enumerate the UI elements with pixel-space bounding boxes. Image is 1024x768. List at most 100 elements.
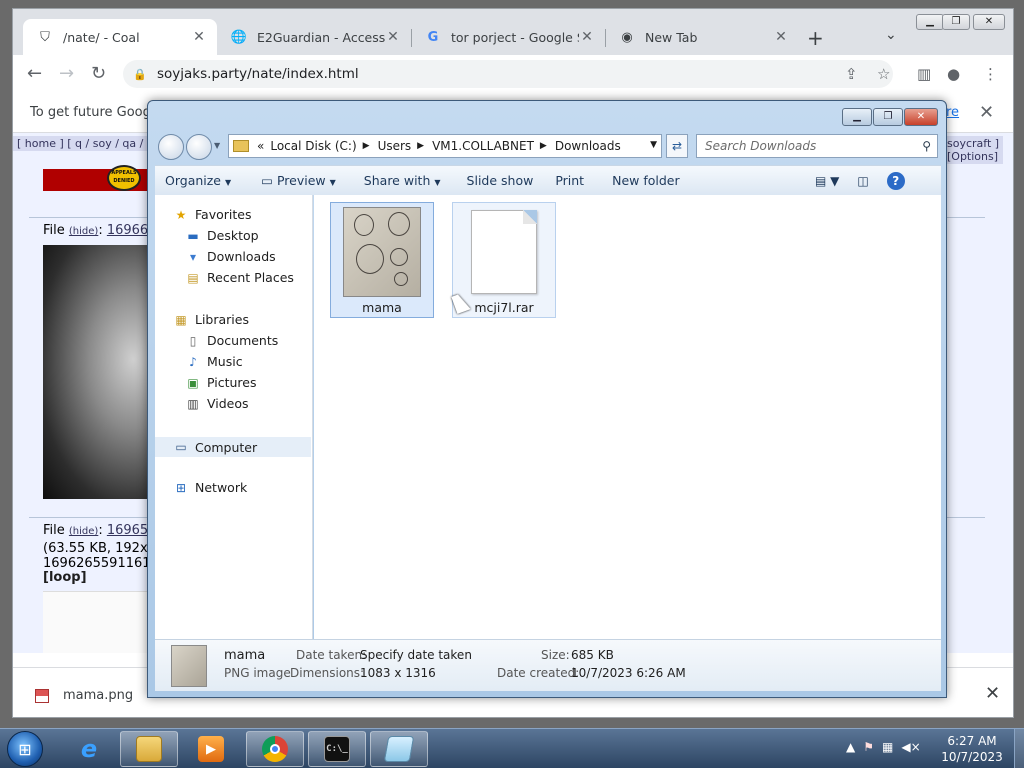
hide-link[interactable]: (hide) — [69, 526, 98, 537]
infobar-learn-more-link[interactable]: re — [946, 105, 959, 120]
nav-recent-places[interactable]: ▤ Recent Places — [185, 270, 294, 285]
refresh-button[interactable]: ⇄ — [666, 134, 688, 158]
nav-favorites[interactable]: ★ Favorites — [173, 207, 252, 222]
maximize-button[interactable]: ❐ — [942, 14, 970, 30]
nav-libraries[interactable]: ▦ Libraries — [173, 312, 249, 327]
show-desktop-button[interactable] — [1014, 729, 1024, 768]
lock-icon: 🔒 — [133, 67, 147, 81]
hide-link[interactable]: (hide) — [69, 226, 98, 237]
taskbar: ⊞ e ▶ C:\_ ▲ ⚑ ▦ ◀× 6:27 AM 10/7/2023 — [0, 728, 1024, 768]
breadcrumb-local-disk[interactable]: Local Disk (C:) — [270, 139, 356, 153]
tab-search-chevron-icon[interactable]: ⌄ — [885, 27, 897, 43]
downloads-folder-icon: ▾ — [189, 249, 197, 264]
nav-downloads[interactable]: ▾ Downloads — [185, 249, 276, 264]
slide-show-button[interactable]: Slide show — [467, 173, 534, 188]
size-value: 685 KB — [571, 648, 614, 662]
back-arrow-icon[interactable]: ← — [27, 63, 42, 84]
close-window-button[interactable]: ✕ — [904, 108, 938, 126]
url-text: soyjaks.party/nate/index.html — [157, 66, 359, 82]
menu-kebab-icon[interactable]: ⋮ — [983, 65, 998, 83]
share-with-button[interactable]: Share with ▼ — [364, 173, 441, 188]
minimize-button[interactable]: ▁ — [916, 14, 944, 30]
star-icon: ★ — [175, 207, 187, 222]
preview-pane-icon[interactable]: ◫ — [857, 174, 868, 188]
breadcrumb-users[interactable]: Users — [378, 139, 412, 153]
taskbar-media-player[interactable]: ▶ — [182, 731, 240, 767]
nav-music[interactable]: ♪ Music — [185, 354, 242, 369]
board-navigation-right[interactable]: soycraft ] [Options] — [943, 136, 1004, 164]
breadcrumb-downloads[interactable]: Downloads — [555, 139, 621, 153]
profile-avatar-icon[interactable]: ● — [947, 65, 960, 83]
taskbar-command-prompt[interactable]: C:\_ — [308, 731, 366, 767]
side-panel-icon[interactable]: ▥ — [917, 65, 931, 83]
view-controls: ▤ ▼ ◫ ? — [815, 172, 905, 190]
new-tab-button[interactable]: + — [807, 26, 824, 50]
music-icon: ♪ — [189, 354, 197, 369]
command-prompt-icon: C:\_ — [324, 736, 350, 762]
nav-documents[interactable]: ▯ Documents — [185, 333, 279, 348]
search-input[interactable]: Search Downloads ⚲ — [696, 134, 938, 158]
search-icon[interactable]: ⚲ — [922, 139, 931, 153]
explorer-address-bar[interactable]: « Local Disk (C:) ▶ Users ▶ VM1.COLLABNE… — [228, 134, 662, 158]
nav-computer[interactable]: ▭ Computer — [155, 437, 311, 457]
libraries-icon: ▦ — [175, 312, 187, 327]
tab-google-search[interactable]: G tor porject - Google Sea ✕ — [411, 19, 605, 55]
close-icon[interactable]: ✕ — [579, 29, 595, 45]
details-file-type: PNG image — [224, 666, 291, 680]
print-button[interactable]: Print — [555, 173, 584, 188]
selected-file-thumbnail — [171, 645, 207, 687]
close-icon[interactable]: ✕ — [979, 102, 994, 123]
nav-videos[interactable]: ▥ Videos — [185, 396, 248, 411]
network-status-icon[interactable]: ▦ — [882, 740, 893, 754]
date-taken-value[interactable]: Specify date taken — [360, 648, 472, 662]
nav-pictures[interactable]: ▣ Pictures — [185, 375, 256, 390]
action-center-flag-icon[interactable]: ⚑ — [863, 740, 874, 754]
download-item[interactable]: mama.png — [35, 688, 133, 703]
forward-button[interactable] — [186, 134, 212, 160]
clock[interactable]: 6:27 AM 10/7/2023 — [930, 733, 1014, 765]
nav-network[interactable]: ⊞ Network — [173, 480, 247, 495]
tab-new-tab[interactable]: ◉ New Tab ✕ — [605, 19, 799, 55]
change-view-icon[interactable]: ▤ ▼ — [815, 174, 839, 188]
chevron-down-icon[interactable]: ▼ — [650, 140, 657, 150]
taskbar-chrome[interactable] — [246, 731, 304, 767]
chevron-right-icon[interactable]: ▶ — [540, 141, 547, 151]
recent-pages-chevron-icon[interactable]: ▼ — [214, 141, 220, 150]
breadcrumb-user-folder[interactable]: VM1.COLLABNET — [432, 139, 534, 153]
close-window-button[interactable]: ✕ — [973, 14, 1005, 30]
close-icon[interactable]: ✕ — [773, 29, 789, 45]
maximize-button[interactable]: ❐ — [873, 108, 903, 126]
chevron-right-icon[interactable]: ▶ — [417, 141, 424, 151]
post-file-info: File (hide): 169666 — [43, 223, 157, 238]
breadcrumb-overflow[interactable]: « — [257, 139, 264, 153]
organize-button[interactable]: Organize ▼ — [165, 173, 231, 188]
address-bar[interactable]: 🔒 soyjaks.party/nate/index.html — [123, 60, 893, 88]
show-hidden-icons-chevron-icon[interactable]: ▲ — [846, 740, 855, 754]
new-folder-button[interactable]: New folder — [612, 173, 680, 188]
file-item-mama[interactable]: mama — [330, 202, 434, 318]
start-button[interactable]: ⊞ — [7, 731, 43, 767]
back-button[interactable] — [158, 134, 184, 160]
bookmark-star-icon[interactable]: ☆ — [877, 65, 890, 83]
help-icon[interactable]: ? — [886, 172, 905, 190]
file-list-pane: mama mcji7l.rar — [314, 195, 941, 639]
windows-logo-icon: ⊞ — [18, 739, 32, 759]
infobar-text: To get future Google — [30, 105, 163, 120]
volume-muted-icon[interactable]: ◀× — [901, 740, 920, 754]
close-icon[interactable]: ✕ — [385, 29, 401, 45]
close-icon[interactable]: ✕ — [191, 29, 207, 45]
reload-icon[interactable]: ↻ — [91, 63, 106, 84]
share-icon[interactable]: ⇪ — [845, 65, 858, 83]
taskbar-explorer[interactable] — [120, 731, 178, 767]
board-navigation[interactable]: [ home ] [ q / soy / qa / r / — [13, 136, 163, 151]
preview-button[interactable]: ▭ Preview ▼ — [261, 173, 336, 188]
tab-e2guardian[interactable]: 🌐 E2Guardian - Access De ✕ — [217, 19, 411, 55]
taskbar-internet-explorer[interactable]: e — [60, 731, 118, 767]
minimize-button[interactable]: ▁ — [842, 108, 872, 126]
taskbar-notepad[interactable] — [370, 731, 428, 767]
nav-desktop[interactable]: ▬ Desktop — [185, 228, 258, 243]
forward-arrow-icon[interactable]: → — [59, 63, 74, 84]
chevron-right-icon[interactable]: ▶ — [363, 141, 370, 151]
tab-nate-coal[interactable]: ⛉ /nate/ - Coal ✕ — [23, 19, 217, 55]
close-icon[interactable]: ✕ — [985, 683, 1000, 704]
